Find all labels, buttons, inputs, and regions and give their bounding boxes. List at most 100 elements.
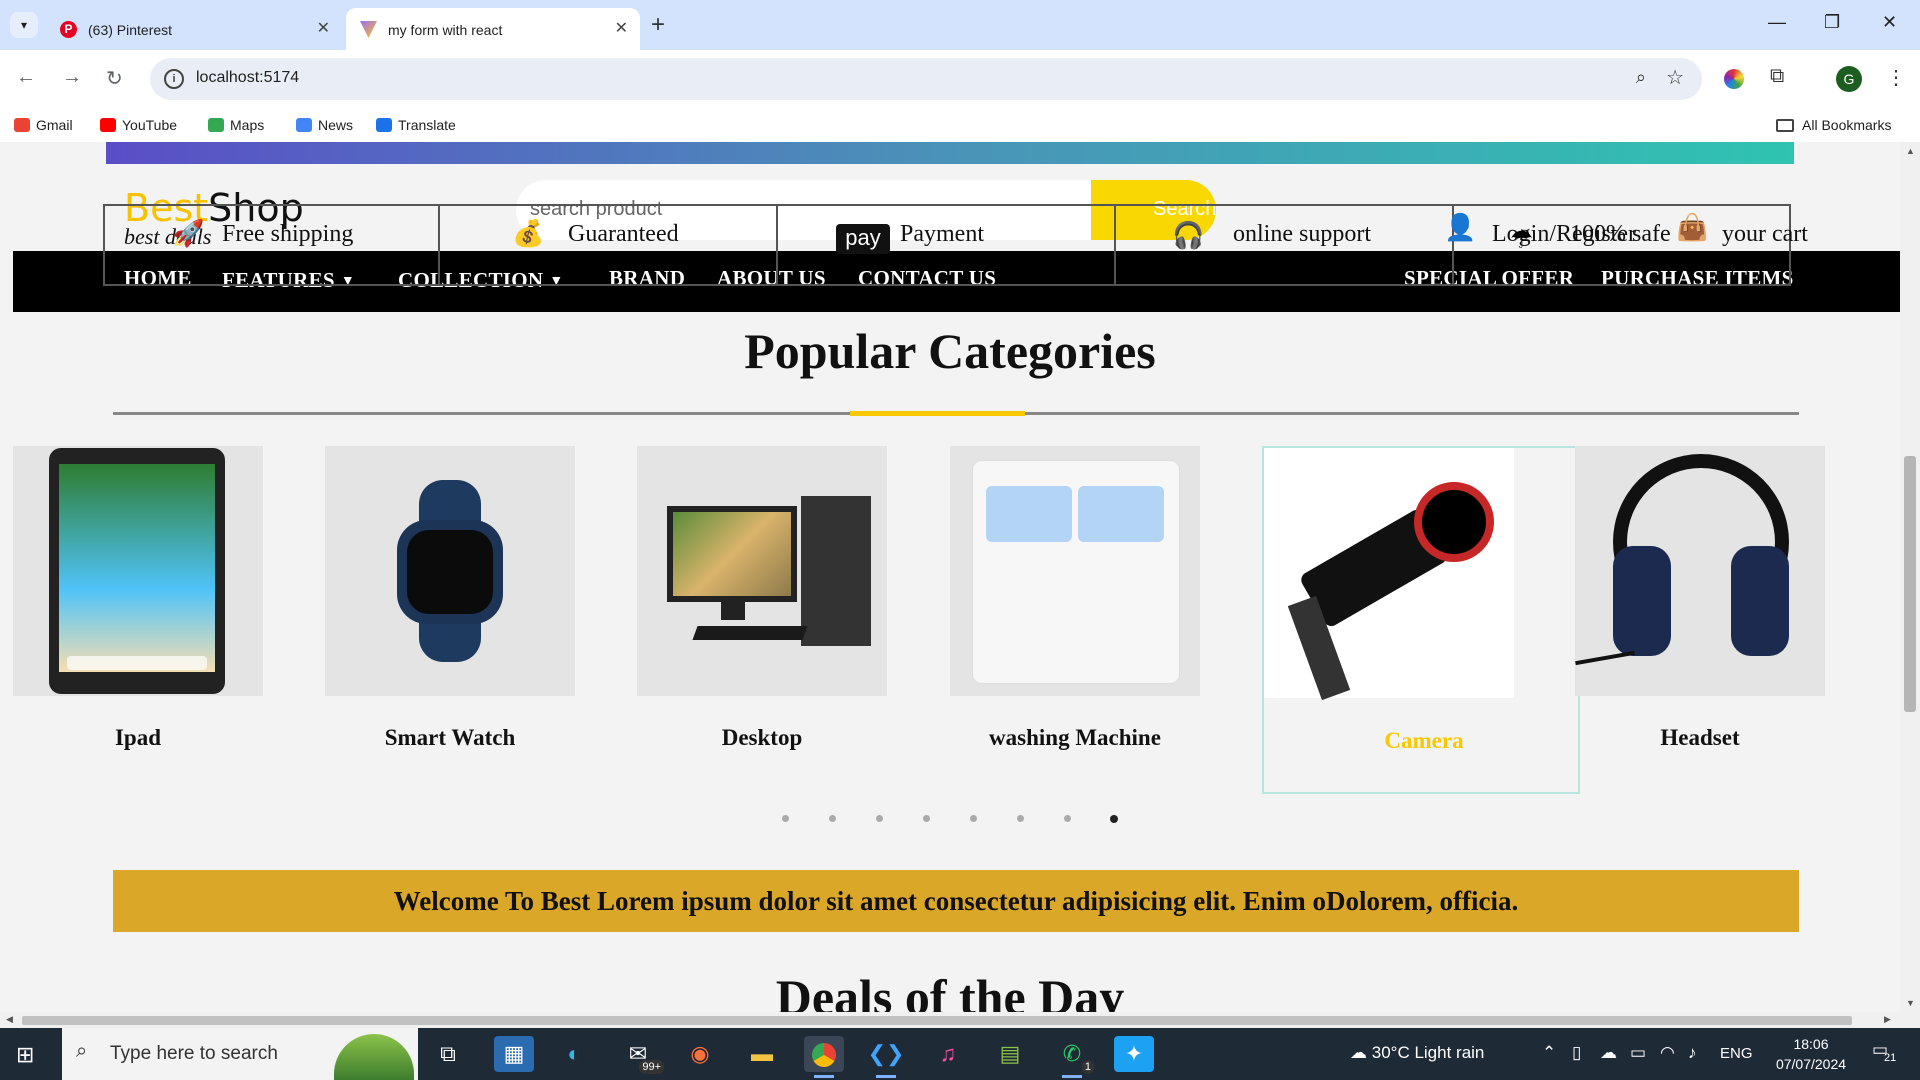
category-image-headset[interactable] <box>1575 446 1825 696</box>
bookmark-translate[interactable]: Translate <box>376 117 456 133</box>
translate-icon <box>376 118 392 132</box>
zoom-icon[interactable]: ⌕ <box>1636 67 1646 88</box>
carousel-dot-active[interactable] <box>1110 815 1118 823</box>
notification-count: 21 <box>1884 1052 1897 1064</box>
news-icon <box>296 118 312 132</box>
bookmark-gmail[interactable]: Gmail <box>14 117 73 133</box>
notifications-icon[interactable]: ▭ 21 <box>1872 1040 1896 1064</box>
file-explorer-icon[interactable]: ▬ <box>742 1036 782 1072</box>
scrollbar-thumb[interactable] <box>1904 456 1916 712</box>
feature-divider <box>438 204 440 286</box>
tab-my-form[interactable]: my form with react ✕ <box>346 8 640 50</box>
onedrive-icon[interactable]: ☁ <box>1600 1043 1617 1063</box>
scrollbar-thumb[interactable] <box>22 1016 1852 1025</box>
url-text[interactable]: localhost:5174 <box>196 69 299 87</box>
scroll-down-icon[interactable]: ▼ <box>1906 998 1915 1008</box>
chrome-icon[interactable] <box>804 1036 844 1078</box>
close-tab-icon[interactable]: ✕ <box>317 18 330 38</box>
vite-icon <box>360 21 377 38</box>
folder-icon <box>1776 119 1794 132</box>
language-indicator[interactable]: ENG <box>1720 1045 1753 1062</box>
bookmark-youtube[interactable]: YouTube <box>100 117 177 133</box>
mail-icon[interactable]: ✉ 99+ <box>618 1036 664 1074</box>
restore-icon[interactable]: ❐ <box>1824 12 1840 33</box>
wifi-icon[interactable]: ◠ <box>1660 1043 1675 1063</box>
category-label-headset[interactable]: Headset <box>1575 725 1825 751</box>
top-gradient-strip <box>106 142 1794 164</box>
user-icon[interactable]: 👤 <box>1444 212 1476 243</box>
horizontal-scrollbar[interactable]: ◀ ▶ <box>0 1012 1920 1028</box>
battery-icon[interactable]: ▭ <box>1630 1043 1646 1063</box>
your-cart-link[interactable]: your cart <box>1722 221 1808 248</box>
category-label-smart-watch[interactable]: Smart Watch <box>325 725 575 751</box>
vscode-icon[interactable]: ❮❯ <box>866 1036 906 1078</box>
category-label-washing-machine[interactable]: washing Machine <box>950 725 1200 751</box>
headset-support-icon: 🎧 <box>1172 220 1205 250</box>
windows-taskbar: ⊞ ⌕ Type here to search ⧉ ▦ ◐ ✉ 99+ ◉ ▬ ❮… <box>0 1028 1920 1080</box>
carousel-dot[interactable] <box>876 815 883 822</box>
profile-avatar[interactable]: G <box>1836 66 1862 92</box>
popular-categories-heading: Popular Categories <box>744 323 1156 379</box>
app-chart-icon[interactable]: ▤ <box>990 1036 1030 1072</box>
carousel-dot[interactable] <box>829 815 836 822</box>
money-bag-icon: 💰 <box>512 218 545 248</box>
category-image-washing-machine[interactable] <box>950 446 1200 696</box>
tab-search-chevron-icon[interactable]: ▾ <box>10 12 38 38</box>
weather-widget[interactable]: ☁ 30°C Light rain <box>1350 1043 1484 1063</box>
section-divider-accent <box>850 411 1025 416</box>
close-tab-icon[interactable]: ✕ <box>615 18 628 38</box>
color-extension-icon[interactable] <box>1724 69 1744 89</box>
twitter-icon[interactable]: ✦ <box>1114 1036 1154 1072</box>
carousel-dot[interactable] <box>1064 815 1071 822</box>
whatsapp-icon[interactable]: ✆ 1 <box>1052 1036 1094 1078</box>
microsoft-store-icon[interactable]: ▦ <box>494 1036 534 1072</box>
category-image-camera[interactable] <box>1264 448 1514 701</box>
show-hidden-icons-icon[interactable]: ⌃ <box>1542 1043 1556 1063</box>
minimize-icon[interactable]: — <box>1768 12 1786 33</box>
category-label-camera[interactable]: Camera <box>1299 728 1549 754</box>
scroll-up-icon[interactable]: ▲ <box>1906 146 1915 156</box>
firefox-icon[interactable]: ◉ <box>680 1036 720 1072</box>
page-viewport: BestShop best deals search product Searc… <box>0 142 1920 1012</box>
vertical-scrollbar[interactable]: ▲ ▼ <box>1900 142 1920 1012</box>
device-icon[interactable]: ▯ <box>1572 1043 1581 1063</box>
new-tab-icon[interactable]: + <box>651 11 665 39</box>
rocket-icon: 🚀 <box>172 218 205 248</box>
tab-pinterest[interactable]: P (63) Pinterest ✕ <box>46 8 342 50</box>
carousel-dot[interactable] <box>1017 815 1024 822</box>
bookmark-star-icon[interactable]: ☆ <box>1666 65 1684 90</box>
shopping-bag-icon[interactable]: 👜 <box>1676 212 1708 243</box>
close-window-icon[interactable]: ✕ <box>1882 12 1897 33</box>
windows-start-icon[interactable]: ⊞ <box>16 1042 34 1068</box>
site-info-icon[interactable]: i <box>164 69 184 89</box>
carousel-dot[interactable] <box>970 815 977 822</box>
task-view-icon[interactable]: ⧉ <box>428 1036 468 1072</box>
forward-icon[interactable]: → <box>62 66 82 89</box>
category-image-ipad[interactable] <box>13 446 263 696</box>
back-icon[interactable]: ← <box>16 66 36 89</box>
edge-icon[interactable]: ◐ <box>554 1036 594 1072</box>
clock[interactable]: 18:06 07/07/2024 <box>1766 1034 1856 1074</box>
category-image-desktop[interactable] <box>637 446 887 696</box>
all-bookmarks[interactable]: All Bookmarks <box>1776 117 1891 133</box>
category-label-ipad[interactable]: Ipad <box>13 725 263 751</box>
address-bar[interactable]: i localhost:5174 ⌕ ☆ <box>150 58 1702 100</box>
category-label-desktop[interactable]: Desktop <box>637 725 887 751</box>
whatsapp-badge: 1 <box>1081 1060 1094 1074</box>
volume-icon[interactable]: ♪ <box>1688 1043 1697 1063</box>
extensions-puzzle-icon[interactable]: ⧉ <box>1770 65 1784 88</box>
bookmark-maps[interactable]: Maps <box>208 117 264 133</box>
pinterest-icon: P <box>60 21 77 38</box>
carousel-dot[interactable] <box>782 815 789 822</box>
scroll-right-icon[interactable]: ▶ <box>1884 1014 1891 1025</box>
carousel-dot[interactable] <box>923 815 930 822</box>
reload-icon[interactable]: ↻ <box>106 66 123 91</box>
bookmark-news[interactable]: News <box>296 117 353 133</box>
clock-date: 07/07/2024 <box>1775 1056 1847 1072</box>
scroll-left-icon[interactable]: ◀ <box>6 1014 13 1025</box>
taskbar-search-box[interactable]: ⌕ Type here to search <box>62 1028 418 1080</box>
itunes-icon[interactable]: ♫ <box>928 1036 968 1072</box>
category-image-smart-watch[interactable] <box>325 446 575 696</box>
mail-badge: 99+ <box>639 1060 664 1074</box>
menu-kebab-icon[interactable]: ⋮ <box>1886 65 1906 90</box>
